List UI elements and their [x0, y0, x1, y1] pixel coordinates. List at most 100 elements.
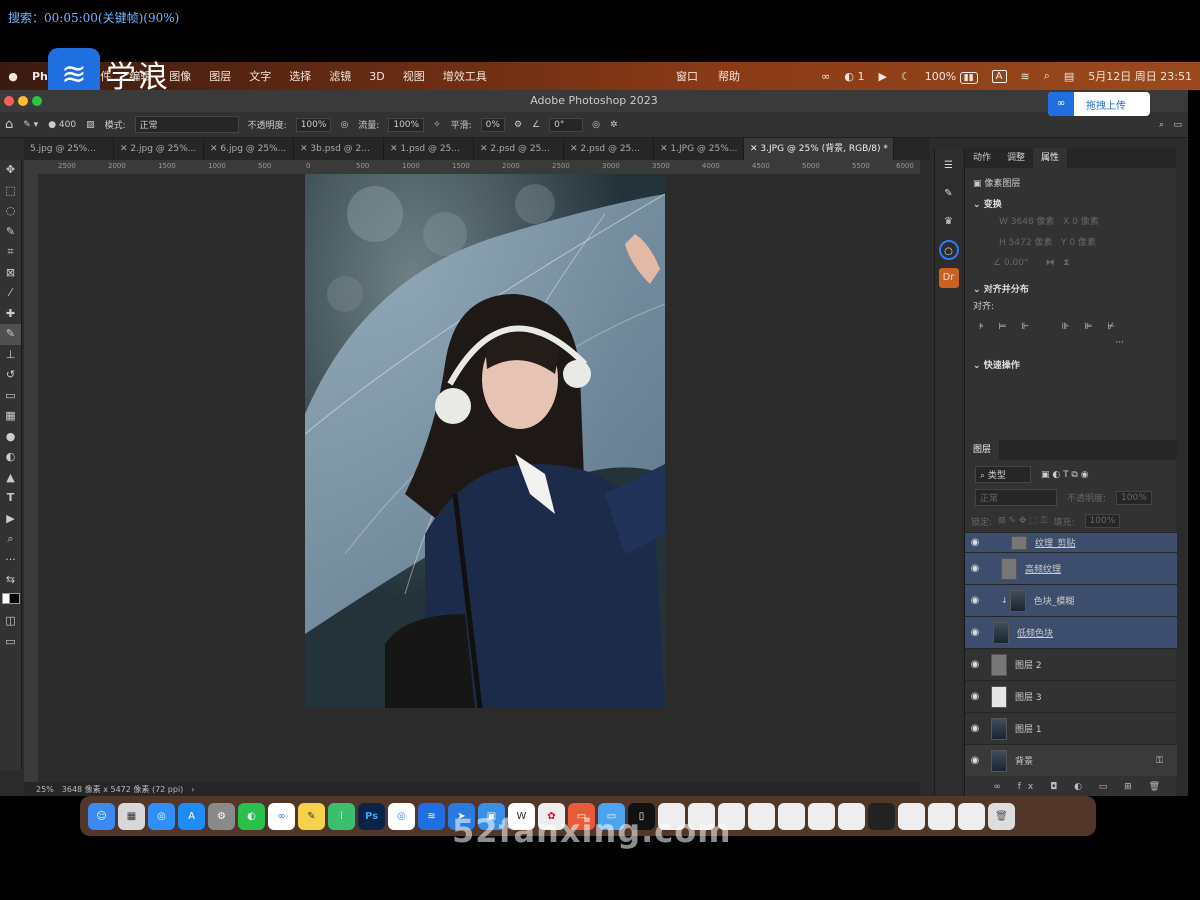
- transform-header[interactable]: ⌄ 变换: [973, 197, 1168, 210]
- crop-tool-icon[interactable]: ⌗: [0, 242, 21, 263]
- stamp-tool-icon[interactable]: ⊥: [0, 345, 21, 366]
- clock[interactable]: 5月12日 周日 23:51: [1088, 68, 1192, 84]
- trash-icon[interactable]: 🗑: [988, 802, 1015, 830]
- layer-row[interactable]: ◉ 图层 2: [965, 648, 1177, 680]
- eraser-tool-icon[interactable]: ▭: [0, 386, 21, 407]
- window-thumb-icon[interactable]: [838, 802, 865, 830]
- move-tool-icon[interactable]: ✥: [0, 160, 21, 181]
- eye-icon[interactable]: ◉: [965, 563, 985, 574]
- doc-tab[interactable]: ✕ 3b.psd @ 2...: [294, 138, 384, 160]
- apple-menu-icon[interactable]: ●: [2, 70, 24, 83]
- path-select-tool-icon[interactable]: ▶: [0, 509, 21, 530]
- eye-icon[interactable]: ◉: [965, 627, 985, 638]
- menu-type[interactable]: 文字: [249, 68, 271, 84]
- doc-tab[interactable]: ✕ 6.jpg @ 25%...: [204, 138, 294, 160]
- layer-row[interactable]: ◉ ↓ 色块_模糊: [965, 584, 1177, 616]
- eye-icon[interactable]: ◉: [965, 723, 985, 734]
- pressure-opacity-icon[interactable]: ◎: [340, 120, 348, 130]
- brush-panel-icon[interactable]: ✎: [939, 184, 959, 204]
- more-tools-icon[interactable]: ···: [0, 550, 21, 571]
- tab-adjustments[interactable]: 调整: [999, 148, 1033, 168]
- app-store-icon[interactable]: A: [178, 802, 205, 830]
- width-input[interactable]: 3648 像素: [1011, 217, 1055, 227]
- workspace-icon[interactable]: ▭: [1173, 120, 1182, 130]
- window-thumb-icon[interactable]: [868, 802, 895, 830]
- baidu-netdisk-dock-icon[interactable]: ∞: [268, 802, 295, 830]
- history-brush-tool-icon[interactable]: ↺: [0, 365, 21, 386]
- layer-row[interactable]: ◉ 背景 ⚿: [965, 744, 1177, 776]
- iqiyi-icon[interactable]: i: [328, 802, 355, 830]
- spotlight-search-icon[interactable]: ⌕: [1044, 69, 1050, 83]
- quick-actions-header[interactable]: ⌄ 快速操作: [973, 358, 1168, 371]
- layer-opacity-input[interactable]: 100%: [1116, 490, 1152, 505]
- align-buttons-row[interactable]: ⊧ ⊨ ⊩ ⊪ ⊫ ⊬: [979, 322, 1168, 332]
- screen-mode-icon[interactable]: ▭: [0, 632, 21, 653]
- blend-mode-select[interactable]: 正常: [975, 489, 1057, 506]
- y-input[interactable]: 0 像素: [1069, 238, 1096, 248]
- launchpad-icon[interactable]: ▦: [118, 802, 145, 830]
- zoom-window-button[interactable]: [32, 96, 42, 106]
- finder-icon[interactable]: ☺: [88, 802, 115, 830]
- doc-tab-active[interactable]: ✕ 3.JPG @ 25% (背景, RGB/8) *: [744, 138, 894, 160]
- layer-row[interactable]: ◉ 纹理_剪贴: [965, 532, 1177, 552]
- opacity-input[interactable]: 100%: [295, 117, 332, 132]
- tab-actions[interactable]: 动作: [965, 148, 999, 168]
- wechat-status-icon[interactable]: ◐ 1: [844, 70, 864, 83]
- angle-field[interactable]: 0.00°: [1004, 258, 1029, 268]
- menu-help[interactable]: 帮助: [718, 68, 740, 84]
- menu-view[interactable]: 视图: [403, 68, 425, 84]
- menu-image[interactable]: 图像: [169, 68, 191, 84]
- doc-tab[interactable]: ✕ 2.jpg @ 25%...: [114, 138, 204, 160]
- doc-tab[interactable]: ✕ 1.JPG @ 25%...: [654, 138, 744, 160]
- brush-tool-icon[interactable]: ✎: [0, 324, 21, 345]
- menu-window[interactable]: 窗口: [676, 68, 698, 84]
- window-thumb-icon[interactable]: [778, 802, 805, 830]
- smoothing-input[interactable]: 0%: [480, 117, 505, 132]
- more-options-icon[interactable]: ···: [973, 338, 1124, 348]
- airbrush-icon[interactable]: ✧: [433, 120, 441, 130]
- tab-properties[interactable]: 属性: [1033, 148, 1068, 168]
- wifi-icon[interactable]: ≋: [1021, 70, 1030, 83]
- layer-row[interactable]: ◉ 图层 1: [965, 712, 1177, 744]
- home-icon[interactable]: ⌂: [5, 117, 13, 132]
- circle-plugin-icon[interactable]: ○: [938, 240, 959, 260]
- dodge-tool-icon[interactable]: ◐: [0, 447, 21, 468]
- layer-kind-select[interactable]: ⌕ 类型: [975, 466, 1031, 483]
- xuelang-app-icon[interactable]: ≋: [418, 802, 445, 830]
- type-tool-icon[interactable]: T: [0, 488, 21, 509]
- tab-layers[interactable]: 图层: [965, 440, 1000, 460]
- lock-icons[interactable]: ⊠ ✎ ✥ ⬚ ⚿: [998, 516, 1047, 526]
- pen-tool-icon[interactable]: ▲: [0, 468, 21, 489]
- canvas-area[interactable]: [38, 174, 920, 782]
- drag-upload-button[interactable]: ∞ 拖拽上传: [1048, 92, 1150, 116]
- eye-icon[interactable]: ◉: [965, 691, 985, 702]
- doc-tab[interactable]: ✕ 2.psd @ 25...: [474, 138, 564, 160]
- layer-row[interactable]: ◉ 图层 3: [965, 680, 1177, 712]
- photoshop-icon[interactable]: Ps: [358, 802, 385, 830]
- layer-actions-row[interactable]: ∞ fx ◘ ◐ ▭ ⊞ 🗑: [965, 776, 1177, 798]
- pressure-size-icon[interactable]: ◎: [592, 120, 600, 130]
- gear-icon[interactable]: ⚙: [514, 120, 522, 130]
- swap-colors-icon[interactable]: ⇆: [0, 570, 21, 591]
- moon-icon[interactable]: ☾: [901, 70, 911, 83]
- window-thumb-icon[interactable]: [928, 802, 955, 830]
- zoom-level[interactable]: 25%: [36, 785, 54, 794]
- input-method-icon[interactable]: A: [991, 69, 1007, 83]
- doc-tab[interactable]: ✕ 2.psd @ 25...: [564, 138, 654, 160]
- search-icon[interactable]: ⌕: [1159, 120, 1164, 130]
- document-image[interactable]: [305, 174, 665, 708]
- lasso-tool-icon[interactable]: ◌: [0, 201, 21, 222]
- doc-tab[interactable]: 5.jpg @ 25%...: [24, 138, 114, 160]
- system-settings-icon[interactable]: ⚙: [208, 802, 235, 830]
- notes-icon[interactable]: ✎: [298, 802, 325, 830]
- window-thumb-icon[interactable]: [808, 802, 835, 830]
- gradient-tool-icon[interactable]: ▦: [0, 406, 21, 427]
- close-window-button[interactable]: [4, 96, 14, 106]
- layer-row[interactable]: ◉ 低频色块: [965, 616, 1177, 648]
- doc-tab[interactable]: ✕ 1.psd @ 25...: [384, 138, 474, 160]
- color-swatches[interactable]: [0, 591, 21, 612]
- document-info[interactable]: 3648 像素 x 5472 像素 (72 ppi): [62, 784, 184, 795]
- baidu-netdisk-icon[interactable]: ∞: [821, 70, 830, 83]
- x-input[interactable]: 0 像素: [1072, 217, 1099, 227]
- blur-tool-icon[interactable]: ●: [0, 427, 21, 448]
